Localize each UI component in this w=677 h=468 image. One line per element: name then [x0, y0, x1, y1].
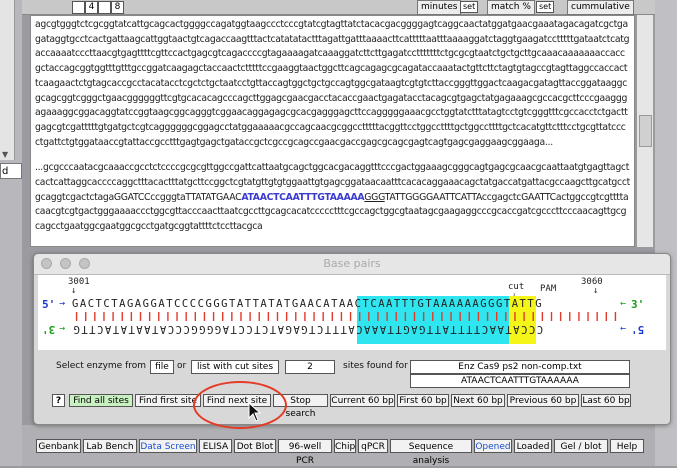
sites-found-label: sites found for [343, 361, 408, 371]
seq-pam: GGG [364, 191, 385, 203]
find-all-sites-button[interactable]: Find all sites [69, 394, 133, 407]
stop-search-button[interactable]: Stop search [273, 394, 328, 419]
tab-chip[interactable]: Chip [334, 439, 356, 453]
minutes-set-button[interactable]: set [460, 1, 479, 13]
cumulative-label: cummulative [567, 0, 634, 15]
left-partial-text: d [0, 163, 22, 179]
tab-lab-bench[interactable]: Lab Bench [83, 439, 137, 453]
top-seq-cyan: ATAACTCAATTTGTAAA [323, 298, 457, 310]
pam-label: PAM [540, 284, 557, 294]
three-prime-left: 3' [42, 323, 56, 336]
position-end: 3060 [581, 277, 603, 287]
left-partial-window: ▼ d [0, 0, 22, 466]
tab-dot-blot[interactable]: Dot Blot [234, 439, 276, 453]
num-box-1[interactable] [72, 1, 85, 14]
seq-guide-highlight: ATAACTCAATTTGTAAAAA [241, 191, 365, 203]
bottom-seq-cyan: TATTGAGTTAAACATTT [323, 323, 457, 335]
base-pairs-titlebar[interactable]: Base pairs [34, 254, 670, 275]
num-box-2[interactable]: 4 [85, 1, 98, 14]
five-prime-left: 5' [42, 298, 56, 311]
tab-gel-blot[interactable]: Gel / blot [554, 439, 608, 453]
bottom-seq-post: CCCATAAC [480, 323, 544, 335]
scroll-thumb[interactable] [639, 115, 652, 147]
sites-count-field[interactable]: 2 [285, 360, 335, 374]
top-toolbar: 4 8 minutes set match % set cummulative [22, 0, 655, 15]
top-seq-pre: GACTCTAGAGGATCCCCGGGTATTATATGAAC [72, 298, 324, 310]
three-prime-right: 3' [631, 298, 645, 311]
mouse-pointer-icon [248, 402, 262, 422]
sequence-paragraph-2: ...gcgcccaatacgcaaaccgcctctccccgcgcgttgg… [35, 161, 630, 235]
enzyme-file-field[interactable]: Enz Cas9 ps2 non-comp.txt [410, 360, 630, 374]
arrow-right-icon: → [59, 298, 66, 309]
first-60bp-button[interactable]: First 60 bp [397, 394, 449, 407]
start-arrow-icon: ↓ [71, 286, 77, 296]
bottom-seq-pre: CTGAGATCTCCTAGGGGCCCATAATATACTTG [72, 323, 324, 335]
tab-data-screen[interactable]: Data Screen [139, 439, 197, 453]
or-label: or [177, 361, 187, 371]
base-pair-display: 3001 ↓ cut ↓ PAM 3060 ↓ 5' → GACTCTAGAGG… [38, 275, 666, 350]
sequence-text-area[interactable]: agcgtgggtctcgcggtatcattgcagcactggggccaga… [30, 15, 635, 247]
top-seq-post: GGGTATTG [480, 298, 544, 310]
top-strand[interactable]: GACTCTAGAGGATCCCCGGGTATTATATGAACATAACTCA… [72, 298, 543, 310]
base-pairs-window: Base pairs 3001 ↓ cut ↓ PAM 3060 ↓ 5' → … [33, 253, 671, 425]
find-first-site-button[interactable]: Find first site [135, 394, 201, 407]
bottom-tab-bar: Genbank Lab Bench Data Screen ELISA Dot … [36, 439, 655, 466]
bottom-seq-yellow: TTT [456, 323, 481, 335]
five-prime-right: 5' [631, 323, 645, 336]
match-label: match % [487, 0, 535, 15]
num-box-4[interactable]: 8 [111, 1, 124, 14]
help-question-button[interactable]: ? [52, 394, 65, 407]
num-box-3[interactable] [98, 1, 111, 14]
tab-opened[interactable]: Opened [474, 439, 512, 453]
tab-qpcr[interactable]: qPCR [358, 439, 388, 453]
bottom-arrow-left-icon: ← [620, 323, 627, 334]
tab-sequence-analysis[interactable]: Sequence analysis [390, 439, 472, 466]
tab-loaded[interactable]: Loaded [514, 439, 552, 453]
sequence-scrollbar[interactable] [636, 15, 653, 247]
last-60bp-button[interactable]: Last 60 bp [581, 394, 631, 407]
arrow-left-icon: ← [620, 298, 627, 309]
file-button[interactable]: file [150, 360, 174, 374]
tab-elisa[interactable]: ELISA [199, 439, 232, 453]
scroll-down-arrow-icon[interactable]: ▼ [2, 150, 8, 159]
bottom-strand[interactable]: CCCATAACTTTTATTGAGTTAAACATTTCTGAGATCTCCT… [72, 323, 620, 335]
current-60bp-button[interactable]: Current 60 bp [330, 394, 395, 407]
select-enzyme-label: Select enzyme from [56, 361, 147, 371]
tab-96-well-pcr[interactable]: 96-well PCR [278, 439, 332, 466]
top-seq-yellow: AAA [456, 298, 481, 310]
next-60bp-button[interactable]: Next 60 bp [451, 394, 505, 407]
tab-genbank[interactable]: Genbank [36, 439, 81, 453]
search-controls: Select enzyme from file or list with cut… [38, 352, 666, 419]
bottom-arrow-right-icon: → [59, 323, 66, 334]
left-scrollbar[interactable] [0, 0, 15, 160]
end-arrow-icon: ↓ [593, 286, 599, 296]
guide-sequence-field[interactable]: ATAACTCAATTTGTAAAAAA [410, 374, 630, 388]
tab-help[interactable]: Help [610, 439, 644, 453]
base-pair-ticks [75, 312, 617, 321]
window-title: Base pairs [323, 257, 381, 270]
sequence-paragraph-1: agcgtgggtctcgcggtatcattgcagcactggggccaga… [35, 19, 630, 148]
minutes-label: minutes [417, 0, 462, 15]
previous-60bp-button[interactable]: Previous 60 bp [507, 394, 579, 407]
list-cut-sites-button[interactable]: list with cut sites [191, 360, 279, 374]
match-set-button[interactable]: set [536, 1, 555, 13]
